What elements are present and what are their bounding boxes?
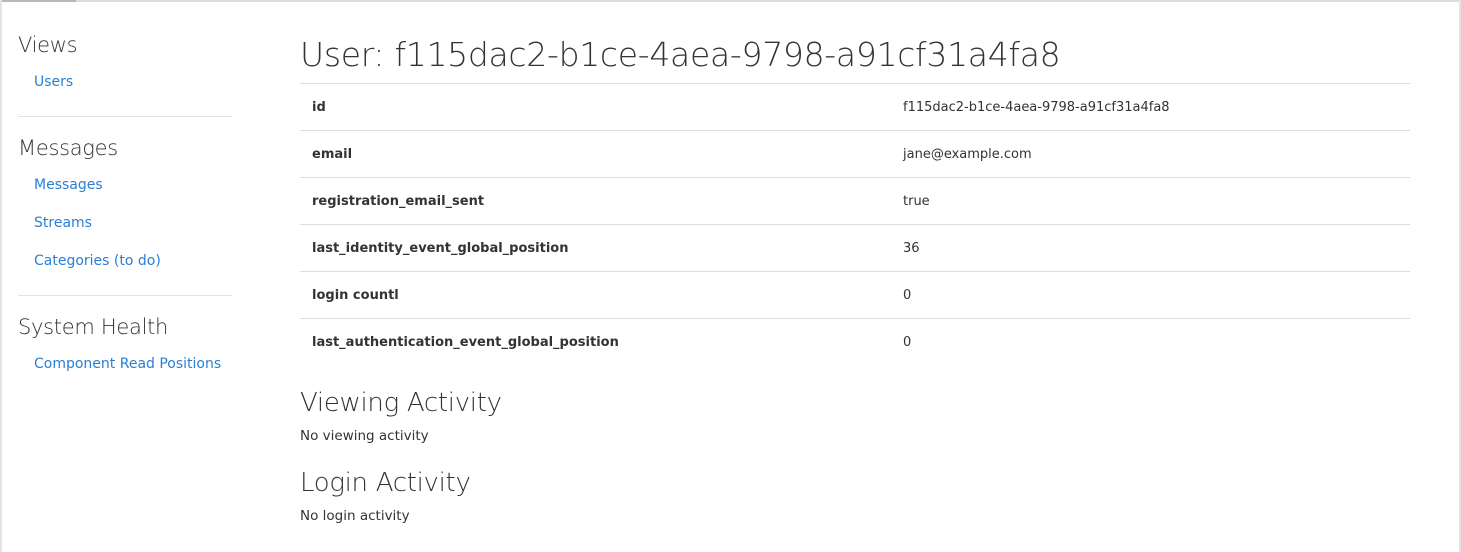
main-content: User: f115dac2-b1ce-4aea-9798-a91cf31a4f… xyxy=(300,30,1410,526)
detail-key: id xyxy=(300,83,891,131)
detail-key: last_authentication_event_global_positio… xyxy=(300,318,891,366)
table-row: login countl 0 xyxy=(300,271,1410,319)
top-border xyxy=(0,0,1461,2)
sidebar-link-component-read-positions[interactable]: Component Read Positions xyxy=(34,354,232,374)
sidebar-link-streams[interactable]: Streams xyxy=(34,213,232,233)
detail-key: email xyxy=(300,130,891,178)
login-activity-title: Login Activity xyxy=(300,467,471,498)
nav-divider xyxy=(18,295,232,296)
nav-list-messages: Messages Streams Categories (to do) xyxy=(18,175,232,271)
nav-item: Streams xyxy=(34,213,232,233)
nav-list-system-health: Component Read Positions xyxy=(18,354,232,374)
detail-value: true xyxy=(891,177,1410,225)
viewing-activity-title: Viewing Activity xyxy=(300,387,502,418)
nav-item: Messages xyxy=(34,175,232,195)
table-row: last_identity_event_global_position 36 xyxy=(300,224,1410,272)
detail-value: f115dac2-b1ce-4aea-9798-a91cf31a4fa8 xyxy=(891,83,1410,131)
detail-key: last_identity_event_global_position xyxy=(300,224,891,272)
detail-value: 36 xyxy=(891,224,1410,272)
nav-item: Categories (to do) xyxy=(34,251,232,271)
detail-key: registration_email_sent xyxy=(300,177,891,225)
nav-heading-messages: Messages xyxy=(18,136,118,160)
nav-heading-views: Views xyxy=(18,33,78,57)
login-activity-section: Login Activity No login activity xyxy=(300,466,1410,526)
nav-item: Component Read Positions xyxy=(34,354,232,374)
nav-divider xyxy=(18,116,232,117)
top-border-tab xyxy=(0,0,76,2)
page-title: User: f115dac2-b1ce-4aea-9798-a91cf31a4f… xyxy=(300,35,1061,74)
table-row: id f115dac2-b1ce-4aea-9798-a91cf31a4fa8 xyxy=(300,83,1410,131)
table-row: email jane@example.com xyxy=(300,130,1410,178)
detail-key: login countl xyxy=(300,271,891,319)
sidebar-link-categories[interactable]: Categories (to do) xyxy=(34,251,232,271)
nav-section-messages: Messages Messages Streams Categories (to… xyxy=(18,133,232,271)
detail-value: 0 xyxy=(891,318,1410,366)
nav-heading-system-health: System Health xyxy=(18,315,169,339)
table-row: registration_email_sent true xyxy=(300,177,1410,225)
login-activity-empty: No login activity xyxy=(300,507,410,524)
nav-item: Users xyxy=(34,72,232,92)
table-row: last_authentication_event_global_positio… xyxy=(300,318,1410,366)
detail-value: jane@example.com xyxy=(891,130,1410,178)
nav-section-system-health: System Health Component Read Positions xyxy=(18,312,232,374)
sidebar-link-messages[interactable]: Messages xyxy=(34,175,232,195)
nav-section-views: Views Users xyxy=(18,30,232,92)
viewing-activity-empty: No viewing activity xyxy=(300,427,429,444)
sidebar-link-users[interactable]: Users xyxy=(34,72,232,92)
left-edge xyxy=(0,0,2,552)
detail-value: 0 xyxy=(891,271,1410,319)
sidebar: Views Users Messages Messages Streams Ca… xyxy=(18,30,232,374)
user-details-table: id f115dac2-b1ce-4aea-9798-a91cf31a4fa8 … xyxy=(300,83,1410,366)
viewing-activity-section: Viewing Activity No viewing activity xyxy=(300,386,1410,446)
nav-list-views: Users xyxy=(18,72,232,92)
